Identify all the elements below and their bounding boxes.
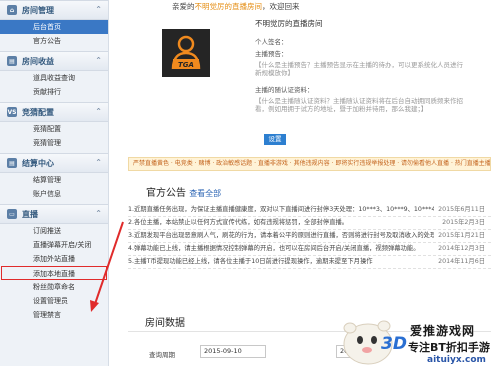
welcome-room-name: 不明觉厉的直播房间	[194, 2, 263, 11]
personal-signature-label: 个人签名：	[255, 38, 288, 46]
sidebar-item[interactable]: 官方公告	[0, 34, 108, 48]
announcement-date: 2014年12月3日	[438, 245, 485, 252]
monitor-icon: ▭	[7, 209, 17, 219]
sidebar-item[interactable]: 道具收益查询	[0, 71, 108, 85]
avatar-logo-icon: TGA	[171, 35, 201, 70]
sidebar: ⌂ 房间管理 ⌃ 后台首页 官方公告 ▤ 房间收益 ⌃ 道具收益查询 贡献排行 VS 竞猜配置 ⌃ 竞猜配…	[0, 0, 109, 366]
sidebar-item[interactable]: 竞猜管理	[0, 136, 108, 150]
watermark-brand: 3D	[381, 334, 407, 354]
sidebar-section-title: 直播	[22, 209, 38, 219]
announcements-list: 1.近期直播任务出现，为保证主播直播健康度，双对以下直播间进行封停3天处理：10…	[128, 204, 491, 269]
announcement-text: 5.主播T币提现功能已经上线，请各位主播于10日前进行提现操作，逾期未提至下月操…	[128, 258, 373, 265]
announcement-date: 2014年11月6日	[438, 258, 485, 265]
sidebar-item[interactable]: 结算管理	[0, 173, 108, 187]
chevron-up-icon: ⌃	[95, 209, 102, 218]
announcement-text: 1.近期直播任务出现，为保证主播直播健康度，双对以下直播间进行封停3天处理：10…	[128, 206, 435, 213]
avatar[interactable]: TGA	[162, 29, 210, 77]
app-root: ⌂ 房间管理 ⌃ 后台首页 官方公告 ▤ 房间收益 ⌃ 道具收益查询 贡献排行 VS 竞猜配置 ⌃ 竞猜配…	[0, 0, 491, 366]
sidebar-section-header[interactable]: ⌂ 房间管理 ⌃	[0, 0, 108, 20]
announcement-text: 2.各位主播，本站禁止以任何方式宣传代练，如有违规将惩罚，全部封停直播。	[128, 219, 349, 226]
announcement-date: 2015年1月21日	[438, 232, 485, 239]
chevron-up-icon: ⌃	[95, 5, 102, 14]
main-content: 亲爱的不明觉厉的直播房间，欢迎回来 TGA 不明觉厉的直播房间 个人签名： 主播…	[128, 0, 491, 366]
notice-bar: 严禁直播黄色 · 电竞类 · 赌博 · 政治敏感话题 · 直播非游戏 · 其他违…	[128, 157, 491, 171]
sidebar-section-title: 房间管理	[22, 5, 54, 15]
sidebar-section-header[interactable]: ▭ 直播 ⌃	[0, 204, 108, 224]
home-icon: ⌂	[7, 5, 17, 15]
start-date-input[interactable]: 2015-09-10	[200, 345, 266, 358]
chart-icon: ▤	[7, 56, 17, 66]
sidebar-section-title: 竞猜配置	[22, 107, 54, 117]
chevron-up-icon: ⌃	[95, 107, 102, 116]
announcement-row[interactable]: 2.各位主播，本站禁止以任何方式宣传代练，如有违规将惩罚，全部封停直播。 2015…	[128, 217, 491, 230]
chevron-up-icon: ⌃	[95, 56, 102, 65]
announcement-row[interactable]: 5.主播T币提现功能已经上线，请各位主播于10日前进行提现操作，逾期未提至下月操…	[128, 256, 491, 269]
sidebar-item[interactable]: 管理禁言	[0, 308, 108, 322]
announcements-more-link[interactable]: 查看全部	[189, 189, 221, 198]
room-notice-hint: 【什么是主播预告？主播预告显示在主播的待办，可以更系统化人员进行新规模放你】	[255, 61, 463, 77]
watermark-site-name: 爱推游戏网	[410, 324, 476, 338]
welcome-suffix: ，欢迎回来	[262, 2, 300, 11]
welcome-banner: 亲爱的不明觉厉的直播房间，欢迎回来	[172, 1, 300, 12]
welcome-prefix: 亲爱的	[172, 2, 195, 11]
sidebar-item[interactable]: 直播弹幕开启/关闭	[0, 238, 108, 252]
announcements-heading: 官方公告	[146, 188, 186, 199]
sidebar-section-title: 房间收益	[22, 56, 54, 66]
room-notice-label: 主播预告：	[255, 50, 288, 58]
query-period-label: 查询周期	[149, 351, 175, 359]
sidebar-item[interactable]: 后台首页	[0, 20, 108, 34]
profile-room-name: 不明觉厉的直播房间	[255, 19, 323, 28]
sidebar-item[interactable]: 订阅推送	[0, 224, 108, 238]
sidebar-item[interactable]: 添加外站直播	[0, 252, 108, 266]
watermark-domain: aituiyx.com	[427, 355, 486, 365]
announcement-text: 4.弹幕功能已上线，请主播根据情况控制弹幕的开启，也可以在房间后台开启/关闭直播…	[128, 245, 420, 252]
profile-panel: 不明觉厉的直播房间 个人签名： 主播预告： 【什么是主播预告？主播预告显示在主播…	[255, 17, 469, 114]
avatar-logo-text: TGA	[178, 61, 194, 69]
sidebar-item[interactable]: 粉丝勋章命名	[0, 280, 108, 294]
chevron-up-icon: ⌃	[95, 158, 102, 167]
watermark-slogan: 专注BT折扣手游	[408, 341, 490, 354]
sidebar-section-header[interactable]: VS 竞猜配置 ⌃	[0, 102, 108, 122]
sidebar-section-header[interactable]: ▤ 房间收益 ⌃	[0, 51, 108, 71]
announcements-title: 官方公告 查看全部	[146, 184, 221, 199]
announcement-row[interactable]: 4.弹幕功能已上线，请主播根据情况控制弹幕的开启，也可以在房间后台开启/关闭直播…	[128, 243, 491, 256]
sidebar-item[interactable]: 贡献排行	[0, 85, 108, 99]
set-button[interactable]: 设置	[264, 134, 286, 145]
sidebar-section-header[interactable]: ▤ 结算中心 ⌃	[0, 153, 108, 173]
announcement-date: 2015年6月11日	[438, 206, 485, 213]
sidebar-item[interactable]: 设置管理员	[0, 294, 108, 308]
announcement-row[interactable]: 3.近期发现平台出现恶意刷人气，刷花的行为，请本着公平的原则进行直播，否则将进行…	[128, 230, 491, 243]
announcement-date: 2015年2月3日	[442, 219, 485, 226]
room-data-title: 房间数据	[145, 318, 185, 329]
sidebar-section-title: 结算中心	[22, 158, 54, 168]
announcement-row[interactable]: 1.近期直播任务出现，为保证主播直播健康度，双对以下直播间进行封停3天处理：10…	[128, 204, 491, 217]
vs-icon: VS	[7, 107, 17, 117]
sidebar-item[interactable]: 竞猜配置	[0, 122, 108, 136]
chart-icon: ▤	[7, 158, 17, 168]
sidebar-item[interactable]: 账户信息	[0, 187, 108, 201]
contact-label: 主播的随认证资料：	[255, 86, 314, 94]
sidebar-item[interactable]: 添加本地直播	[1, 266, 107, 280]
contact-hint: 【什么是主播随认证资料？主播随认证资料将在后台自动拥同质频来作招看，例如用拥于试…	[255, 97, 463, 113]
announcement-text: 3.近期发现平台出现恶意刷人气，刷花的行为，请本着公平的原则进行直播，否则将进行…	[128, 232, 435, 239]
